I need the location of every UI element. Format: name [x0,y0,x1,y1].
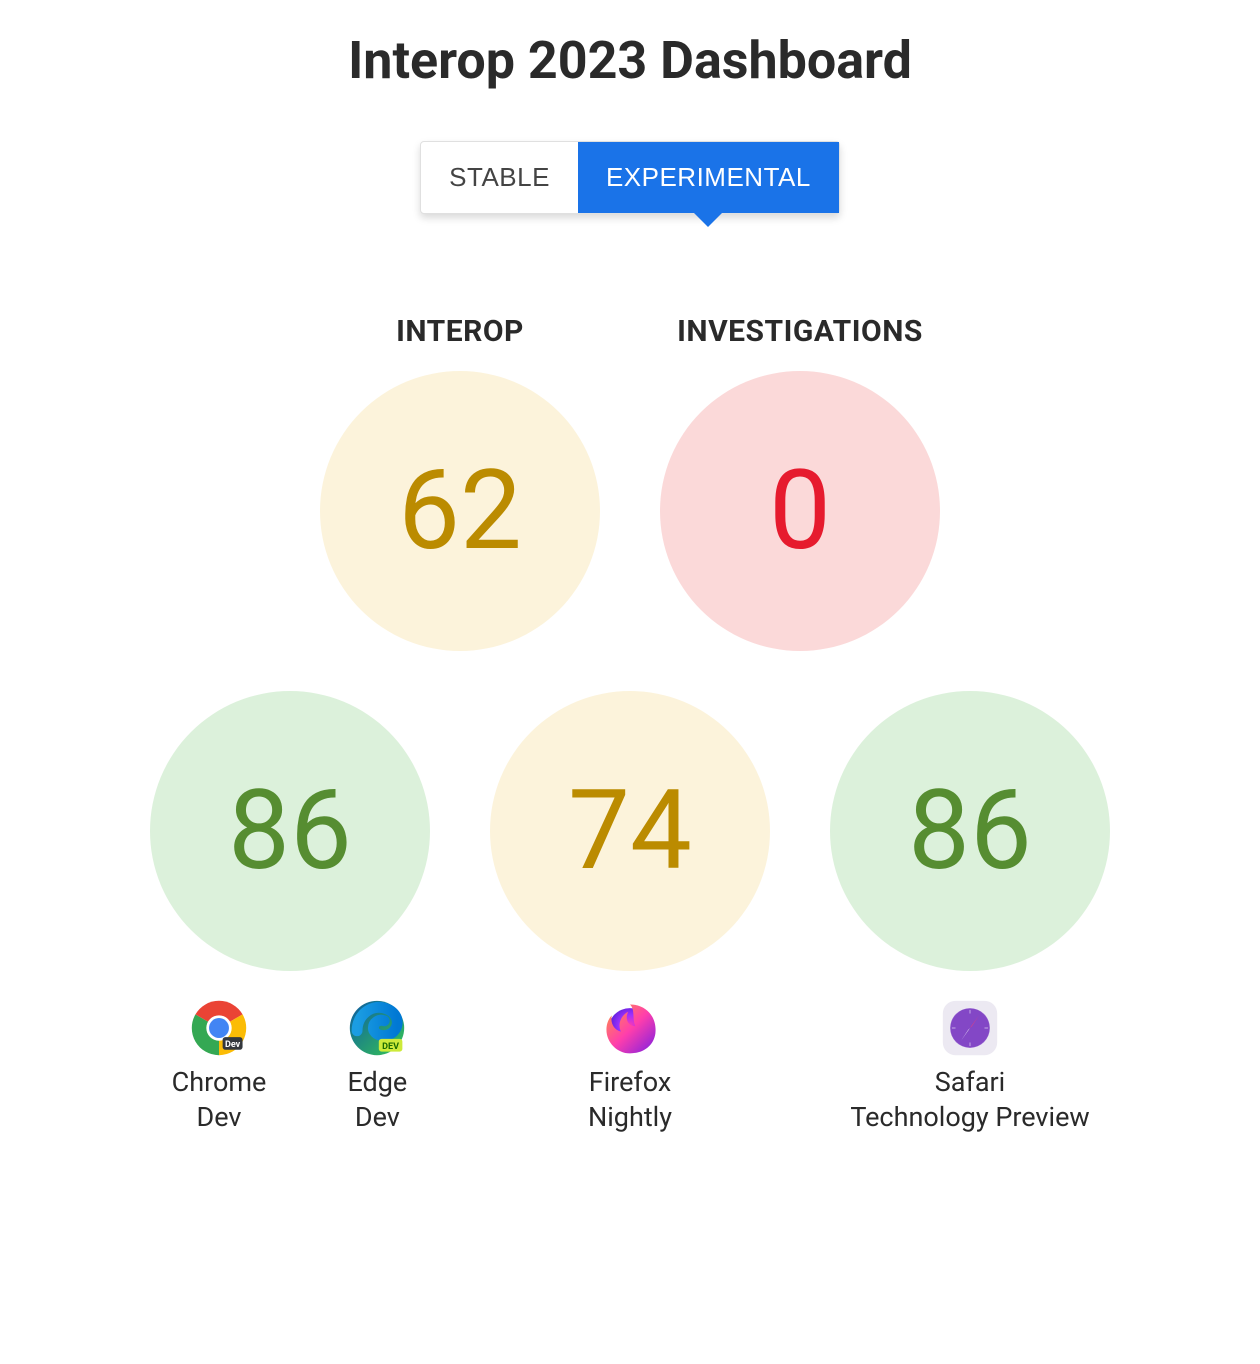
safari-value: 86 [908,776,1032,886]
summary-row: INTEROP 62 INVESTIGATIONS 0 [320,314,940,651]
interop-value: 62 [398,456,522,566]
chrome-edge-circle: 86 [150,691,430,971]
edge-dev-icon: DEV [346,997,408,1059]
interop-heading: INTEROP [396,314,524,349]
firefox-card: 74 [490,691,770,1147]
tab-experimental[interactable]: EXPERIMENTAL [578,142,839,213]
investigations-value: 0 [769,456,831,566]
tab-stable[interactable]: STABLE [421,142,578,213]
firefox-nightly-icon [599,997,661,1059]
chrome-edge-value: 86 [228,776,352,886]
chrome-name-2: Dev [197,1101,242,1133]
safari-name-1: Safari [935,1066,1006,1098]
firefox-value: 74 [568,776,692,886]
svg-text:Dev: Dev [225,1040,241,1050]
chrome-logo-item: Dev Chrome Dev [172,997,267,1135]
safari-logo-item: Safari Technology Preview [850,997,1089,1135]
interop-score-card: INTEROP 62 [320,314,600,651]
safari-circle: 86 [830,691,1110,971]
investigations-circle: 0 [660,371,940,651]
channel-toggle: STABLE EXPERIMENTAL [420,141,840,214]
chrome-dev-icon: Dev [188,997,250,1059]
investigations-heading: INVESTIGATIONS [677,314,923,349]
browser-row: 86 Dev [150,691,1110,1147]
edge-name-2: Dev [355,1101,400,1133]
edge-logo-item: DEV Edge Dev [346,997,408,1135]
svg-text:DEV: DEV [383,1042,400,1052]
firefox-name-1: Firefox [589,1066,672,1098]
page-title: Interop 2023 Dashboard [348,30,912,91]
firefox-name-2: Nightly [588,1101,672,1133]
edge-name-1: Edge [347,1066,407,1098]
chrome-edge-card: 86 Dev [150,691,430,1147]
firefox-circle: 74 [490,691,770,971]
firefox-logo-item: Firefox Nightly [588,997,672,1135]
investigations-score-card: INVESTIGATIONS 0 [660,314,940,651]
chrome-name-1: Chrome [172,1066,267,1098]
safari-name-2: Technology Preview [850,1101,1089,1133]
safari-tp-icon [939,997,1001,1059]
interop-circle: 62 [320,371,600,651]
safari-card: 86 [830,691,1110,1147]
